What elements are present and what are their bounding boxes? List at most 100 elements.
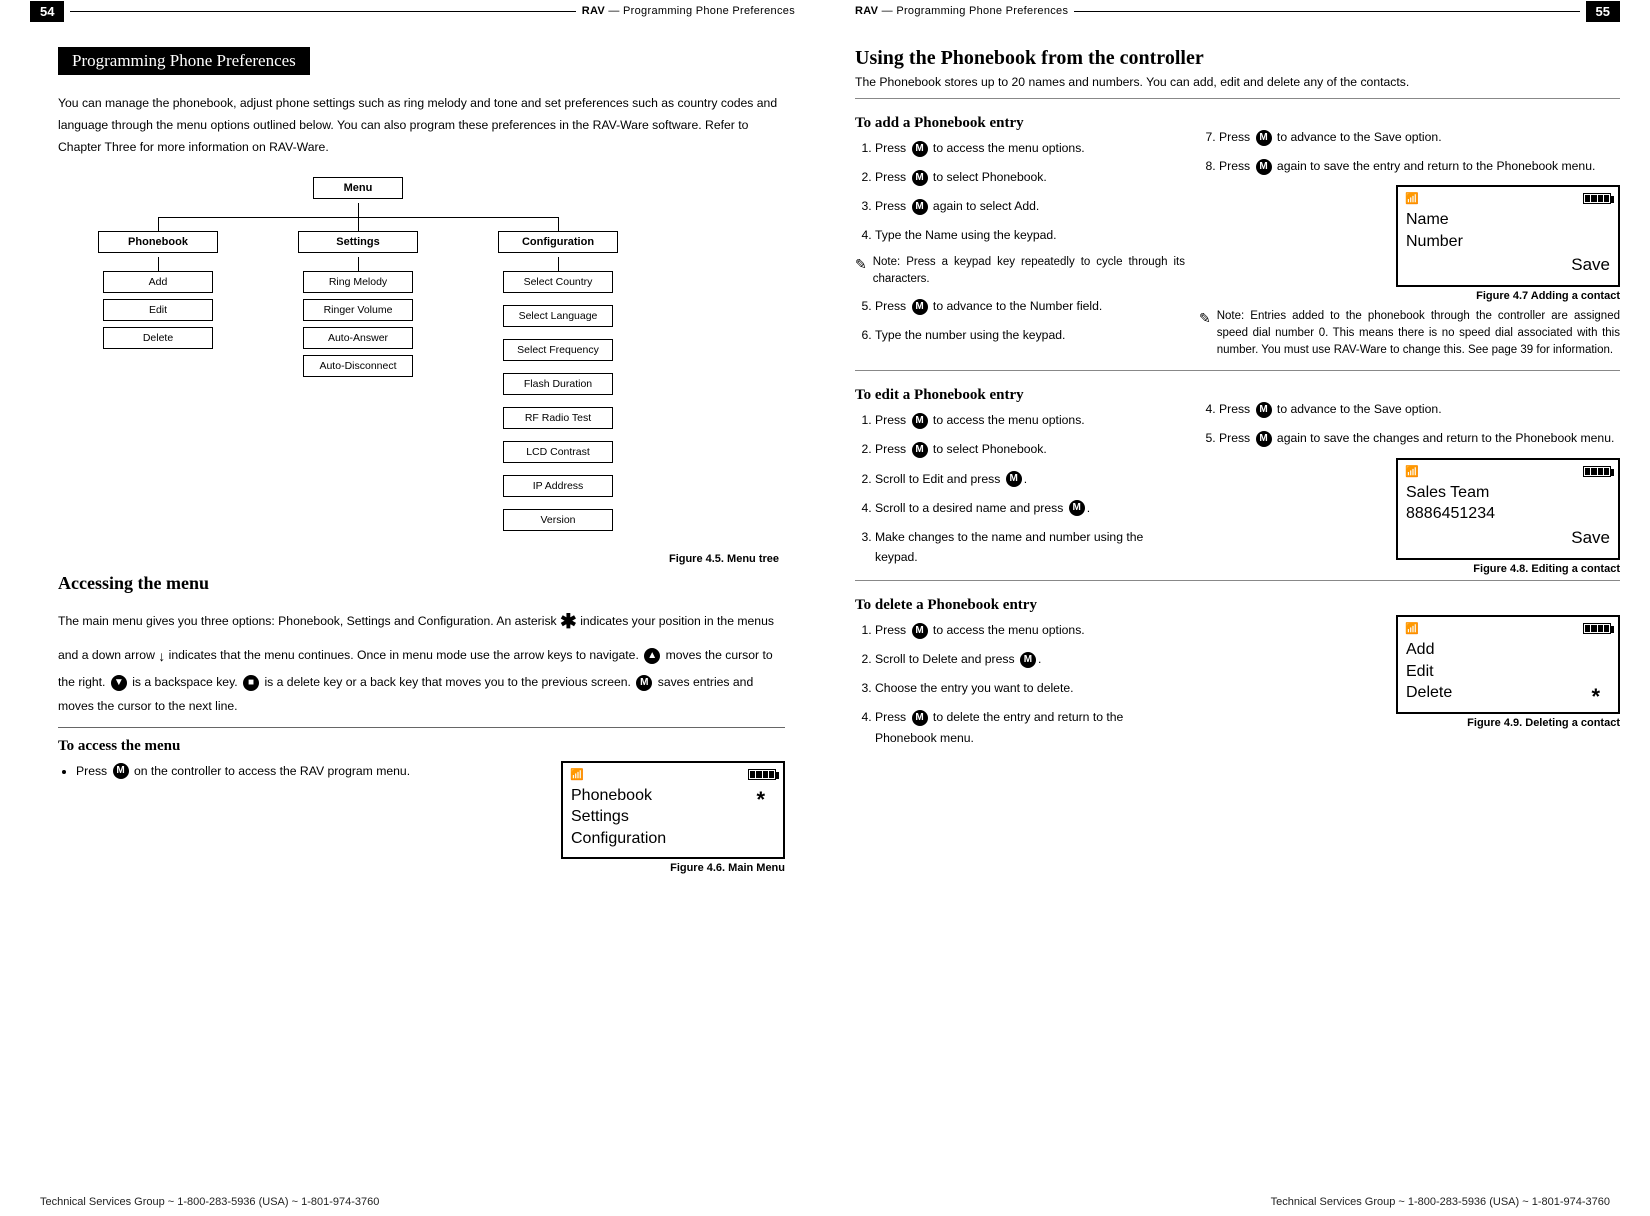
step: Press M to access the menu options.	[875, 410, 1185, 430]
tree-item: Auto-Disconnect	[303, 355, 413, 377]
lcd-line: Sales Team	[1406, 482, 1610, 504]
m-button-icon: M	[912, 170, 928, 186]
m-button-icon: M	[1006, 471, 1022, 487]
m-button-icon: M	[1020, 652, 1036, 668]
heading-using-phonebook: Using the Phonebook from the controller	[855, 47, 1620, 70]
tree-item: Select Country	[503, 271, 613, 293]
delete-entry-section: To delete a Phonebook entry Press M to a…	[855, 580, 1620, 757]
lcd-edit-contact: 📶 Sales Team 8886451234 Save	[1396, 458, 1620, 560]
header-rule	[70, 11, 575, 12]
page-footer: Technical Services Group ~ 1-800-283-593…	[40, 1196, 379, 1208]
page-footer: Technical Services Group ~ 1-800-283-593…	[1271, 1196, 1610, 1208]
step: Press M to access the menu options.	[875, 620, 1185, 640]
note: ✎ Note: Press a keypad key repeatedly to…	[855, 254, 1185, 287]
step: Type the Name using the keypad.	[875, 225, 1185, 245]
heading-delete-entry: To delete a Phonebook entry	[855, 597, 1185, 614]
step: Type the number using the keypad.	[875, 325, 1185, 345]
tree-item: Flash Duration	[503, 373, 613, 395]
page-number: 54	[30, 1, 64, 22]
m-button-icon: M	[912, 199, 928, 215]
figure-caption: Figure 4.6. Main Menu	[561, 862, 785, 874]
step: Choose the entry you want to delete.	[875, 678, 1185, 698]
m-button-icon: M	[1256, 159, 1272, 175]
edit-entry-section: To edit a Phonebook entry Press M to acc…	[855, 370, 1620, 576]
lcd-line: 8886451234	[1406, 503, 1610, 525]
asterisk-icon: ✱	[560, 611, 577, 633]
m-button-icon: M	[1069, 500, 1085, 516]
backspace-icon: ▼	[111, 675, 127, 691]
m-button-icon: M	[636, 675, 652, 691]
battery-icon	[1583, 623, 1611, 634]
add-entry-section: To add a Phonebook entry Press M to acce…	[855, 98, 1620, 366]
battery-icon	[1583, 466, 1611, 477]
m-button-icon: M	[912, 299, 928, 315]
m-button-icon: M	[912, 413, 928, 429]
page-number: 55	[1586, 1, 1620, 22]
note-icon: ✎	[1199, 308, 1211, 358]
tree-item: Add	[103, 271, 213, 293]
m-button-icon: M	[1256, 130, 1272, 146]
nav-right-icon: ▲	[644, 648, 660, 664]
tree-configuration: Configuration	[498, 231, 618, 253]
heading-accessing-menu: Accessing the menu	[58, 573, 785, 594]
intro-text: The Phonebook stores up to 20 names and …	[855, 73, 1620, 92]
step: Press M to access the menu options.	[875, 138, 1185, 158]
section-title: Programming Phone Preferences	[58, 47, 310, 75]
asterisk-icon: *	[756, 785, 765, 815]
note: ✎ Note: Entries added to the phonebook t…	[1199, 308, 1620, 358]
tree-item: Edit	[103, 299, 213, 321]
m-button-icon: M	[912, 442, 928, 458]
tree-phonebook: Phonebook	[98, 231, 218, 253]
m-button-icon: M	[1256, 402, 1272, 418]
step: Scroll to Edit and press M.	[875, 469, 1185, 489]
note-icon: ✎	[855, 254, 867, 287]
signal-icon: 📶	[1405, 465, 1419, 478]
figure-caption: Figure 4.8. Editing a contact	[1199, 563, 1620, 575]
signal-icon: 📶	[1405, 622, 1419, 635]
step: Press M to select Phonebook.	[875, 167, 1185, 187]
m-button-icon: M	[1256, 431, 1272, 447]
step: Press M again to save the entry and retu…	[1219, 156, 1620, 176]
header-rule	[1074, 11, 1579, 12]
m-button-icon: M	[912, 141, 928, 157]
lcd-save: Save	[1406, 254, 1610, 277]
heading-to-access: To access the menu	[58, 738, 785, 755]
step: Press M to advance to the Save option.	[1219, 399, 1620, 419]
lcd-main-menu: 📶 Phonebook * Settings Configuration	[561, 761, 785, 860]
lcd-line: Number	[1406, 231, 1610, 253]
step: Press M to delete the entry and return t…	[875, 707, 1185, 747]
tree-item: LCD Contrast	[503, 441, 613, 463]
figure-caption: Figure 4.7 Adding a contact	[1199, 290, 1620, 302]
accessing-paragraph: The main menu gives you three options: P…	[58, 602, 785, 719]
signal-icon: 📶	[1405, 192, 1419, 205]
step: Press M to advance to the Number field.	[875, 296, 1185, 316]
lcd-delete-contact: 📶 Add Edit Delete *	[1396, 615, 1620, 714]
step: Press M to advance to the Save option.	[1219, 127, 1620, 147]
step: Scroll to Delete and press M.	[875, 649, 1185, 669]
m-button-icon: M	[912, 623, 928, 639]
signal-icon: 📶	[570, 768, 584, 781]
figure-caption: Figure 4.9. Deleting a contact	[1199, 717, 1620, 729]
tree-item: Auto-Answer	[303, 327, 413, 349]
intro-paragraph: You can manage the phonebook, adjust pho…	[58, 93, 785, 159]
m-button-icon: M	[912, 710, 928, 726]
step: Press M again to select Add.	[875, 196, 1185, 216]
delete-back-icon: ■	[243, 675, 259, 691]
heading-add-entry: To add a Phonebook entry	[855, 115, 1185, 132]
m-button-icon: M	[113, 763, 129, 779]
lcd-line: Name	[1406, 209, 1610, 231]
step: Scroll to a desired name and press M.	[875, 498, 1185, 518]
header-title: RAV — Programming Phone Preferences	[582, 5, 795, 17]
tree-item: Select Frequency	[503, 339, 613, 361]
tree-settings: Settings	[298, 231, 418, 253]
tree-item: Select Language	[503, 305, 613, 327]
lcd-line: Delete	[1406, 684, 1452, 701]
battery-icon	[748, 769, 776, 780]
tree-item: Ring Melody	[303, 271, 413, 293]
lcd-line: Phonebook	[571, 787, 652, 804]
tree-item: Version	[503, 509, 613, 531]
tree-item: Delete	[103, 327, 213, 349]
lcd-line: Edit	[1406, 661, 1610, 683]
tree-item: RF Radio Test	[503, 407, 613, 429]
lcd-line: Add	[1406, 639, 1610, 661]
